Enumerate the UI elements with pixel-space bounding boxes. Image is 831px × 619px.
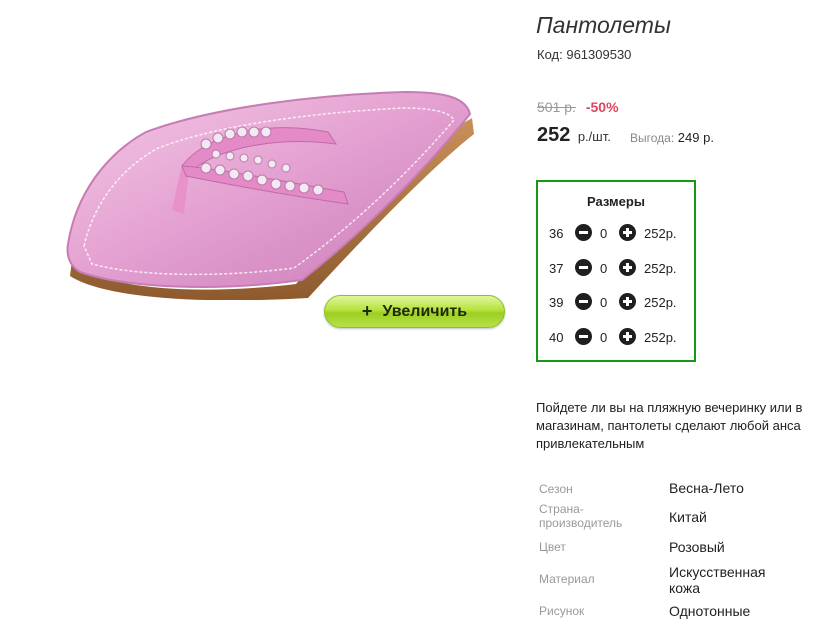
size-row: 39 0 252р. bbox=[538, 293, 694, 313]
spec-label: Цвет bbox=[539, 540, 566, 554]
benefit-value: 249 р. bbox=[677, 130, 714, 145]
spec-label: Сезон bbox=[539, 482, 573, 496]
zoom-button[interactable]: + Увеличить bbox=[324, 295, 505, 328]
old-price-row: 501 р. -50% bbox=[537, 99, 619, 115]
minus-icon[interactable] bbox=[575, 328, 592, 345]
description-line: Пойдете ли вы на пляжную вечеринку или в bbox=[536, 400, 803, 415]
spec-value: Искусственная кожа bbox=[669, 564, 766, 596]
spec-value: Китай bbox=[669, 509, 707, 525]
size-row: 37 0 252р. bbox=[538, 259, 694, 279]
size-quantity: 0 bbox=[600, 330, 608, 345]
spec-value: Розовый bbox=[669, 539, 725, 555]
price-value: 252 bbox=[537, 124, 571, 146]
minus-icon[interactable] bbox=[575, 259, 592, 276]
sizes-title: Размеры bbox=[587, 194, 645, 209]
plus-icon[interactable] bbox=[619, 293, 636, 310]
product-code: Код: 961309530 bbox=[537, 47, 631, 62]
size-number: 40 bbox=[549, 330, 564, 345]
spec-label: Страна- производитель bbox=[539, 502, 623, 530]
product-image[interactable] bbox=[66, 84, 478, 301]
benefit-label: Выгода: bbox=[630, 131, 675, 145]
description-line: привлекательным bbox=[536, 436, 645, 451]
old-price: 501 р. bbox=[537, 99, 576, 115]
spec-value: Однотонные bbox=[669, 603, 751, 619]
size-number: 37 bbox=[549, 261, 564, 276]
size-price: 252р. bbox=[644, 226, 677, 241]
spec-label: Материал bbox=[539, 572, 595, 586]
price-row: 252 р./шт. bbox=[537, 124, 611, 147]
plus-icon[interactable] bbox=[619, 224, 636, 241]
discount-badge: -50% bbox=[585, 99, 619, 115]
code-value: 961309530 bbox=[566, 47, 632, 62]
spec-label: Рисунок bbox=[539, 604, 585, 618]
size-quantity: 0 bbox=[600, 261, 608, 276]
spec-value: Весна-Лето bbox=[669, 480, 744, 496]
sandal-image bbox=[66, 90, 474, 301]
plus-icon: + bbox=[361, 301, 373, 321]
size-row: 40 0 252р. bbox=[538, 328, 694, 348]
size-price: 252р. bbox=[644, 261, 677, 276]
minus-icon[interactable] bbox=[575, 293, 592, 310]
price-unit: р./шт. bbox=[577, 129, 611, 144]
size-price: 252р. bbox=[644, 295, 677, 310]
product-title: Пантолеты bbox=[536, 12, 671, 38]
code-label: Код: bbox=[537, 47, 563, 62]
size-quantity: 0 bbox=[600, 226, 608, 241]
plus-icon[interactable] bbox=[619, 328, 636, 345]
plus-icon[interactable] bbox=[619, 259, 636, 276]
size-number: 36 bbox=[549, 226, 564, 241]
minus-icon[interactable] bbox=[575, 224, 592, 241]
size-price: 252р. bbox=[644, 330, 677, 345]
description-line: магазинам, пантолеты сделают любой анса bbox=[536, 418, 801, 433]
benefit: Выгода: 249 р. bbox=[630, 130, 714, 145]
sizes-box: Размеры 36 0 252р. 37 0 252р. 39 0 252р.… bbox=[536, 180, 696, 362]
size-number: 39 bbox=[549, 295, 564, 310]
product-description: Пойдете ли вы на пляжную вечеринку или в… bbox=[536, 399, 831, 453]
zoom-button-label: Увеличить bbox=[382, 302, 468, 320]
size-row: 36 0 252р. bbox=[538, 224, 694, 244]
size-quantity: 0 bbox=[600, 295, 608, 310]
